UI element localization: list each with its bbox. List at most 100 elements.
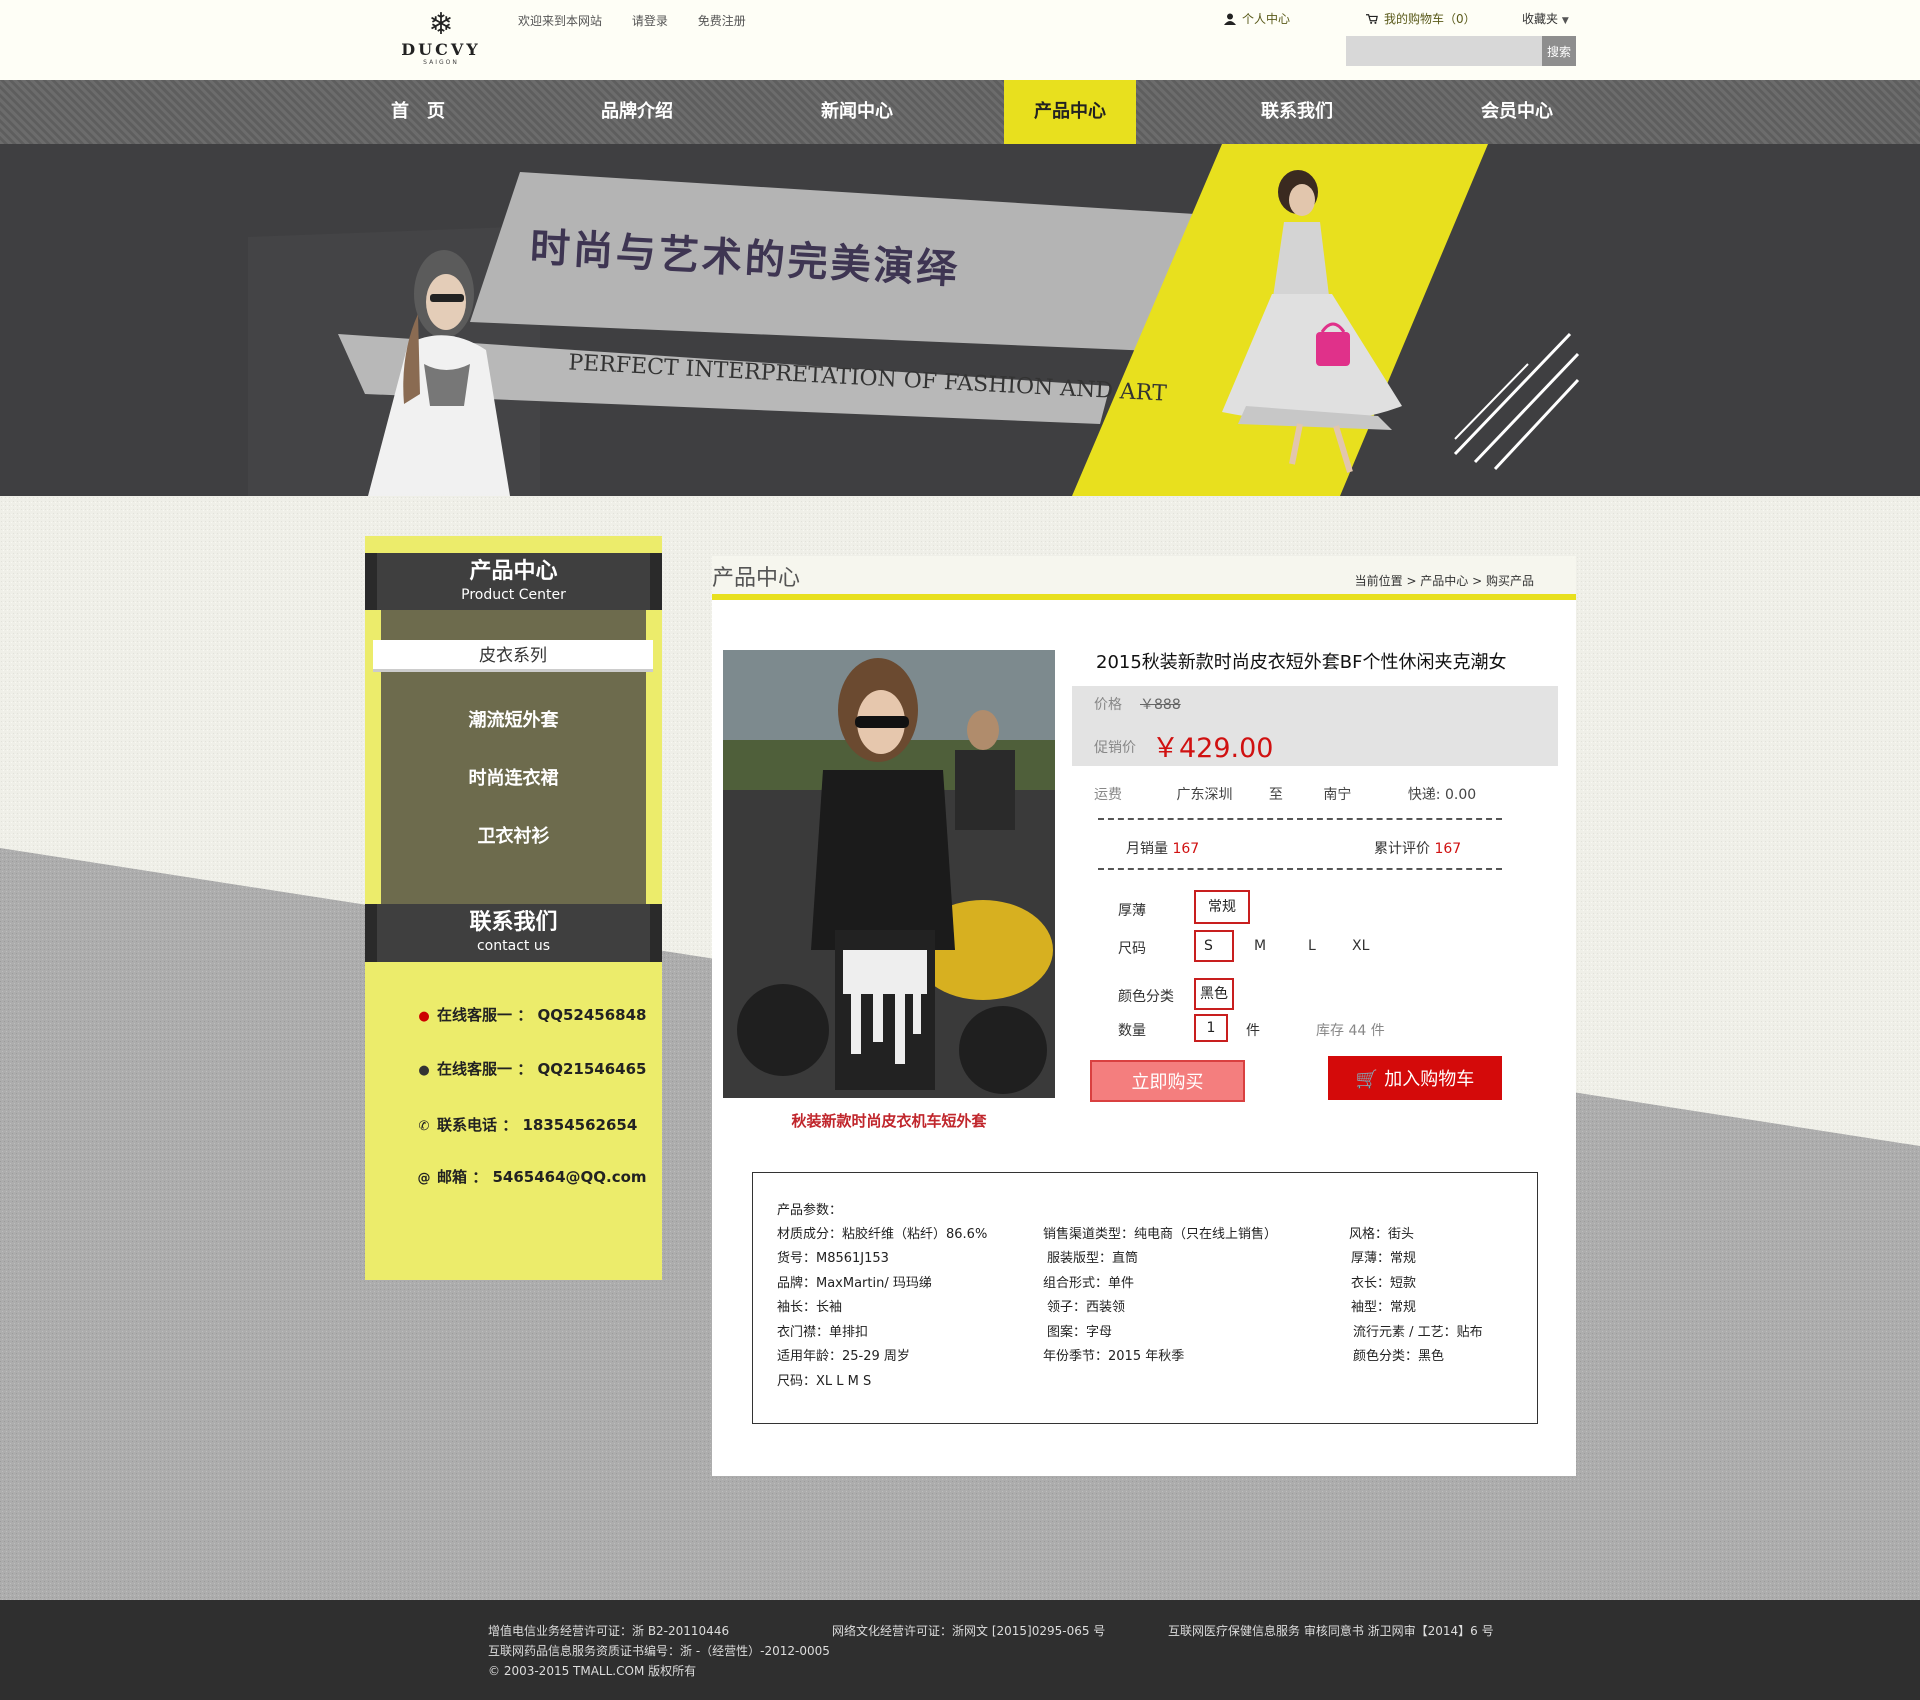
quantity-label: 数量 [1118,1023,1146,1039]
cart-label: 我的购物车（0） [1384,12,1476,26]
sidebar-product-header: 产品中心 Product Center [365,553,662,610]
param-item: 适用年龄：25-29 周岁 [777,1349,910,1364]
product-image[interactable] [723,650,1055,1098]
cart-icon: 🛒 [1355,1069,1379,1089]
qq-icon: ● [418,1063,430,1078]
nav-member[interactable]: 会员中心 [1462,80,1572,144]
sidebar-menu: 皮衣系列 潮流短外套 时尚连衣裙 卫衣衬衫 [373,610,653,904]
param-item: 衣门襟：单排扣 [777,1325,869,1340]
param-item: 材质成分：粘胶纤维（粘纤）86.6% [777,1227,988,1242]
cart-link[interactable]: 我的购物车（0） [1366,10,1476,27]
quantity-input[interactable]: 1 [1194,1014,1228,1042]
size-label: 尺码 [1118,941,1146,957]
quantity-unit: 件 [1246,1023,1260,1039]
favorites-label: 收藏夹 [1522,12,1559,26]
nav-news[interactable]: 新闻中心 [802,80,912,144]
cart-icon [1366,14,1378,24]
size-option-xl[interactable]: XL [1352,938,1369,954]
param-item: 图案：字母 [1047,1325,1113,1340]
sidebar-contact-subtitle: contact us [476,938,550,954]
product-caption: 秋装新款时尚皮衣机车短外套 [791,1112,987,1130]
param-item: 衣长：短款 [1351,1276,1417,1291]
contact-phone[interactable]: ✆ 联系电话 ： 18354562654 [417,1114,638,1135]
sidebar-product-title: 产品中心 [469,559,558,584]
sidebar-contact-title: 联系我们 [469,910,558,935]
color-option[interactable]: 黑色 [1194,978,1234,1010]
logo-brand: DUCVY [401,40,481,59]
qq-icon: ● [418,1009,430,1024]
contact-qq-1-text: 在线客服一 ： QQ52456848 [437,1006,647,1024]
main-nav: 首 页 品牌介绍 新闻中心 产品中心 联系我们 会员中心 [0,80,1920,144]
footer-license-3: 互联网医疗保健信息服务 审核同意书 浙卫网审【2014】6 号 [1168,1624,1494,1638]
original-price: ￥888 [1140,697,1181,713]
sidebar-item-hoodie[interactable]: 卫衣衬衫 [381,822,646,848]
stock-count: 库存 44 件 [1316,1023,1385,1039]
thickness-option[interactable]: 常规 [1194,890,1250,924]
contact-phone-text: 联系电话 ： 18354562654 [437,1116,638,1134]
sale-price-label: 促销价 [1094,740,1136,756]
contact-qq-2-text: 在线客服一 ： QQ21546465 [437,1060,647,1078]
nav-brand[interactable]: 品牌介绍 [582,80,692,144]
banner-graphic [248,144,1580,496]
param-item: 风格：街头 [1349,1227,1415,1242]
monthly-sales-value: 167 [1172,841,1200,857]
params-title: 产品参数： [777,1203,843,1218]
product-params: 产品参数： 材质成分：粘胶纤维（粘纤）86.6% 货号：M8561J153 品牌… [752,1172,1538,1424]
param-item: 货号：M8561J153 [777,1251,889,1266]
top-bar: ❄ DUCVY SAIGON 欢迎来到本网站 请登录 免费注册 [0,0,1920,80]
review-count-label: 累计评价 [1374,841,1430,857]
add-to-cart-button[interactable]: 🛒 加入购物车 [1328,1056,1502,1100]
search-input[interactable] [1346,36,1542,66]
search-box: 搜索 [1346,36,1576,66]
nav-contact[interactable]: 联系我们 [1242,80,1352,144]
contact-email[interactable]: @ 邮箱 ： 5465464@QQ.com [417,1166,647,1187]
footer: 增值电信业务经营许可证：浙 B2-20110446 网络文化经营许可证：浙网文 … [0,1600,1920,1700]
register-link[interactable]: 免费注册 [698,14,746,28]
thickness-label: 厚薄 [1118,903,1146,919]
sidebar-item-dress[interactable]: 时尚连衣裙 [381,764,646,790]
site-logo[interactable]: ❄ DUCVY SAIGON [396,10,486,72]
user-center-label: 个人中心 [1242,12,1291,26]
shipping-to: 南宁 [1323,787,1352,803]
footer-license-2: 网络文化经营许可证：浙网文 [2015]0295-065 号 [832,1624,1106,1638]
hero-banner: 时尚与艺术的完美演绎 PERFECT INTERPRETATION OF FAS… [0,144,1920,496]
at-icon: @ [417,1171,431,1186]
param-item: 组合形式：单件 [1043,1276,1135,1291]
favorites-dropdown[interactable]: 收藏夹 ▼ [1522,10,1569,27]
shipping-label: 运费 [1094,787,1122,803]
sidebar-category[interactable]: 皮衣系列 [373,640,653,672]
shipping-to-word: 至 [1268,787,1283,803]
contact-qq-1[interactable]: ● 在线客服一 ： QQ52456848 [417,1004,646,1025]
size-option-m[interactable]: M [1254,938,1266,954]
review-count-value: 167 [1434,841,1462,857]
review-count[interactable]: 累计评价 167 [1374,838,1461,858]
contact-email-text: 邮箱 ： 5465464@QQ.com [437,1168,647,1186]
caret-down-icon: ▼ [1561,16,1569,26]
login-link[interactable]: 请登录 [632,14,668,28]
param-item: 服装版型：直筒 [1047,1251,1139,1266]
sidebar-product-subtitle: Product Center [461,587,566,603]
search-button[interactable]: 搜索 [1542,36,1576,66]
size-option-l[interactable]: L [1308,938,1316,954]
color-label: 颜色分类 [1118,989,1174,1005]
product-name: 2015秋装新款时尚皮衣短外套BF个性休闲夹克潮女 [1096,652,1507,673]
sidebar-item-jacket[interactable]: 潮流短外套 [381,706,646,732]
divider-dashed [1098,868,1502,870]
phone-icon: ✆ [418,1119,430,1134]
product-photo [723,650,1055,1098]
content-divider [712,594,1576,600]
size-option-s[interactable]: S [1194,930,1234,962]
shipping-from: 广东深圳 [1176,787,1233,803]
add-to-cart-label: 加入购物车 [1384,1069,1475,1089]
nav-products[interactable]: 产品中心 [1004,80,1136,144]
price-label: 价格 [1094,697,1122,713]
contact-qq-2[interactable]: ● 在线客服一 ： QQ21546465 [417,1058,646,1079]
param-item: 尺码：XL L M S [777,1374,872,1389]
buy-now-button[interactable]: 立即购买 [1090,1060,1245,1102]
user-center-link[interactable]: 个人中心 [1224,10,1290,27]
param-item: 厚薄：常规 [1351,1251,1417,1266]
sidebar: 产品中心 Product Center 皮衣系列 潮流短外套 时尚连衣裙 卫衣衬… [365,536,662,1280]
nav-home[interactable]: 首 页 [372,80,464,144]
footer-license-4: 互联网药品信息服务资质证书编号：浙 -（经营性）-2012-0005 [488,1644,830,1658]
shipping-row: 运费 广东深圳 至 南宁 快递: 0.00 [1094,784,1476,804]
